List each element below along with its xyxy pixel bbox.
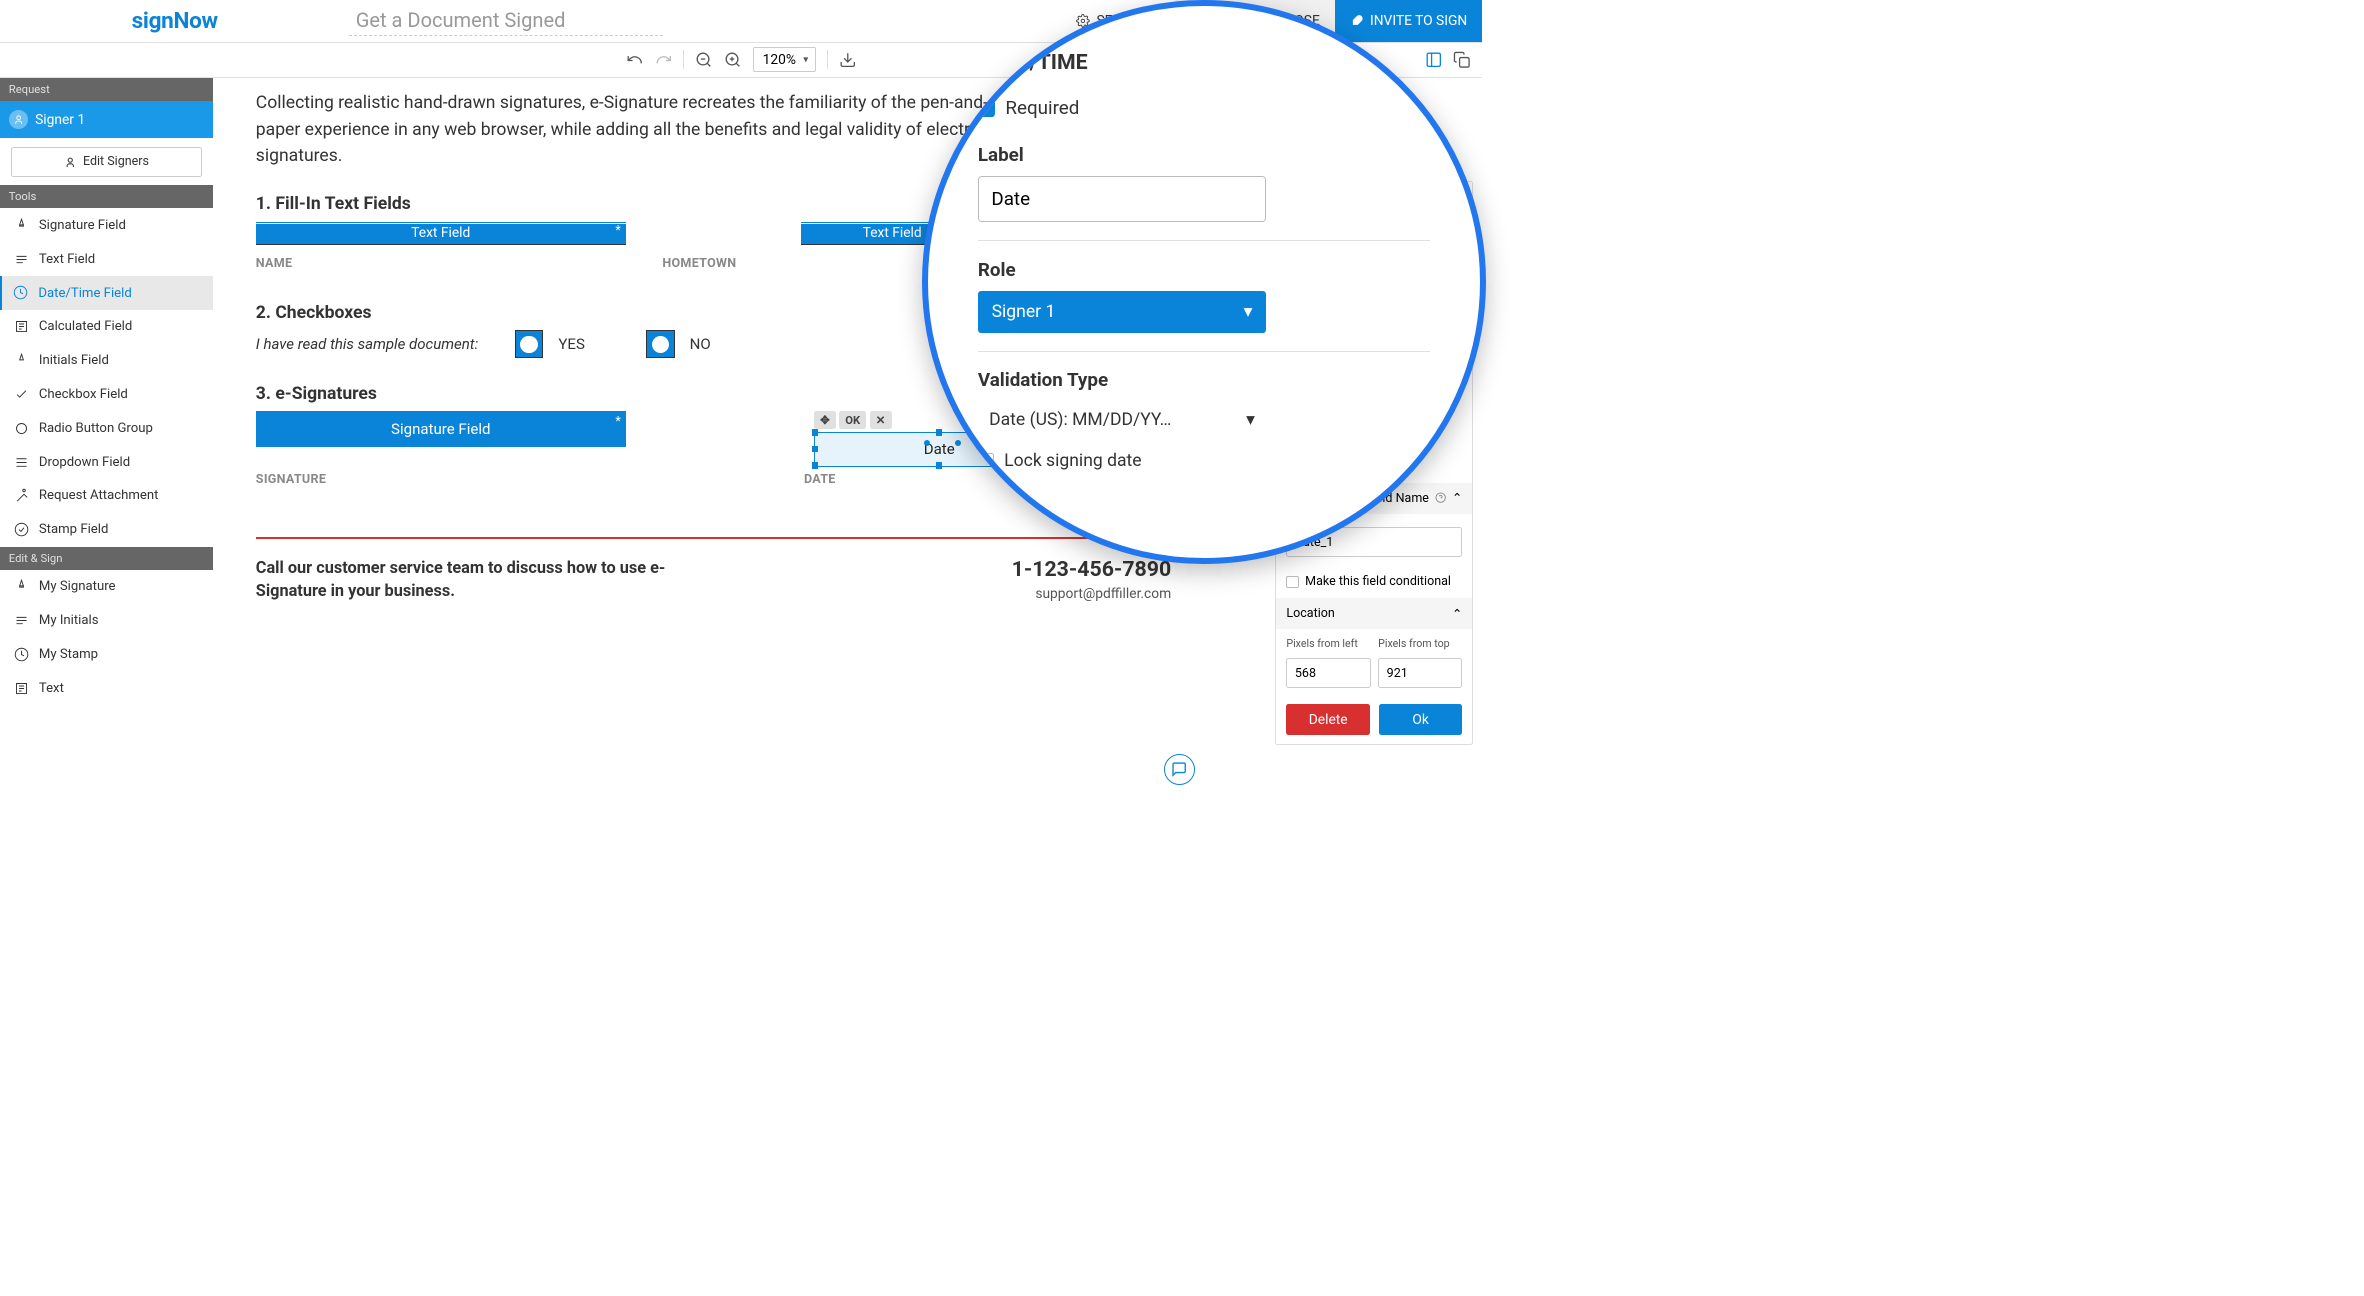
tool-radio-button-group[interactable]: Radio Button Group bbox=[0, 411, 213, 445]
chevron-up-icon: ⌃ bbox=[1452, 490, 1463, 506]
yes-label: YES bbox=[558, 335, 585, 353]
ok-field-button[interactable]: OK bbox=[839, 411, 866, 429]
edit-sign-header: Edit & Sign bbox=[0, 547, 213, 570]
signer-label: Signer 1 bbox=[35, 112, 85, 128]
tool-dropdown-field[interactable]: Dropdown Field bbox=[0, 445, 213, 479]
invite-label: INVITE TO SIGN bbox=[1370, 13, 1467, 29]
no-label: NO bbox=[690, 335, 711, 353]
zoom-in-icon[interactable] bbox=[724, 51, 742, 69]
chat-bubble-icon[interactable] bbox=[1164, 754, 1195, 785]
px-left-label: Pixels from left bbox=[1286, 637, 1370, 650]
tool-checkbox-field[interactable]: Checkbox Field bbox=[0, 378, 213, 412]
ok-button[interactable]: Ok bbox=[1379, 704, 1463, 735]
lock-label: Lock signing date bbox=[1004, 451, 1141, 471]
document-title-input[interactable]: Get a Document Signed bbox=[349, 5, 663, 36]
location-header[interactable]: Location ⌃ bbox=[1276, 598, 1472, 629]
validation-heading: Validation Type bbox=[978, 369, 1430, 391]
role-value: Signer 1 bbox=[992, 302, 1056, 322]
lock-signing-row[interactable]: Lock signing date bbox=[978, 451, 1430, 471]
date-label: DATE bbox=[804, 472, 836, 487]
hometown-label: HOMETOWN bbox=[662, 256, 736, 271]
date-field-label: Date bbox=[924, 440, 955, 458]
footer-contact: 1-123-456-7890 support@pdffiller.com bbox=[1012, 557, 1172, 602]
download-icon[interactable] bbox=[839, 51, 857, 69]
editsign-my-signature[interactable]: My Signature bbox=[0, 570, 213, 604]
footer-text: Call our customer service team to discus… bbox=[256, 557, 670, 603]
signer-avatar-icon bbox=[9, 110, 28, 129]
tool-stamp-field[interactable]: Stamp Field bbox=[0, 513, 213, 547]
signature-label: SIGNATURE bbox=[256, 472, 326, 487]
label-heading: Label bbox=[978, 144, 1430, 166]
required-row[interactable]: Required bbox=[978, 97, 1430, 119]
sidebar: Request Signer 1 Edit Signers Tools Sign… bbox=[0, 78, 213, 813]
support-email: support@pdffiller.com bbox=[1012, 586, 1172, 602]
close-field-button[interactable]: ✕ bbox=[870, 411, 892, 429]
tools-header: Tools bbox=[0, 185, 213, 208]
conditional-label: Make this field conditional bbox=[1305, 574, 1451, 589]
chevron-down-icon: ▾ bbox=[1246, 410, 1255, 430]
zoom-out-icon[interactable] bbox=[695, 51, 713, 69]
location-inputs: Pixels from left Pixels from top bbox=[1276, 629, 1472, 695]
zoom-value: 120% bbox=[753, 47, 816, 73]
signature-field[interactable]: Signature Field bbox=[256, 411, 626, 447]
layout-icon[interactable] bbox=[1425, 51, 1443, 69]
tool-request-attachment[interactable]: Request Attachment bbox=[0, 479, 213, 513]
chevron-down-icon: ▾ bbox=[1244, 302, 1253, 322]
panel-buttons: Delete Ok bbox=[1276, 696, 1472, 745]
signer-row[interactable]: Signer 1 bbox=[0, 101, 213, 139]
invite-to-sign-button[interactable]: INVITE TO SIGN bbox=[1335, 0, 1482, 42]
px-top-label: Pixels from top bbox=[1378, 637, 1462, 650]
px-top-input[interactable] bbox=[1378, 658, 1462, 688]
role-heading: Role bbox=[978, 259, 1430, 281]
edit-signers-button[interactable]: Edit Signers bbox=[11, 147, 202, 177]
tool-initials-field[interactable]: Initials Field bbox=[0, 344, 213, 378]
tool-calculated-field[interactable]: Calculated Field bbox=[0, 310, 213, 344]
label-input[interactable] bbox=[978, 176, 1266, 223]
checkbox-prompt: I have read this sample document: bbox=[256, 335, 478, 353]
redo-icon[interactable] bbox=[655, 51, 673, 69]
zoom-select-wrap[interactable]: 120% bbox=[753, 52, 816, 68]
separator bbox=[683, 50, 684, 69]
logo: signNow bbox=[132, 7, 218, 34]
name-label: NAME bbox=[256, 256, 293, 271]
tool-text-field[interactable]: Text Field bbox=[0, 242, 213, 276]
separator bbox=[827, 50, 828, 69]
delete-button[interactable]: Delete bbox=[1286, 704, 1370, 735]
editsign-text[interactable]: Text bbox=[0, 671, 213, 705]
name-text-field[interactable]: Text Field bbox=[256, 222, 626, 245]
edit-signers-label: Edit Signers bbox=[83, 154, 149, 169]
tool-date-time-field[interactable]: Date/Time Field bbox=[0, 276, 213, 310]
move-handle-icon[interactable]: ✥ bbox=[814, 411, 836, 429]
role-select[interactable]: Signer 1 ▾ bbox=[978, 291, 1266, 334]
validation-select[interactable]: Date (US): MM/DD/YY… ▾ bbox=[978, 401, 1266, 439]
conditional-row[interactable]: Make this field conditional bbox=[1276, 566, 1472, 599]
conditional-checkbox[interactable] bbox=[1286, 576, 1299, 589]
toolbar-right bbox=[1425, 51, 1471, 69]
phone-number: 1-123-456-7890 bbox=[1012, 557, 1172, 582]
required-label: Required bbox=[1005, 97, 1079, 119]
location-label: Location bbox=[1286, 606, 1334, 621]
copy-icon[interactable] bbox=[1453, 51, 1471, 69]
footer-row: Call our customer service team to discus… bbox=[256, 557, 1171, 603]
intro-text: Collecting realistic hand-drawn signatur… bbox=[256, 90, 1021, 169]
validation-value: Date (US): MM/DD/YY… bbox=[989, 410, 1171, 430]
magnifier-loupe: DATE/TIME Required Label Role Signer 1 ▾… bbox=[922, 0, 1486, 564]
chevron-up-icon: ⌃ bbox=[1452, 606, 1463, 622]
undo-icon[interactable] bbox=[626, 51, 644, 69]
tool-signature-field[interactable]: Signature Field bbox=[0, 208, 213, 242]
editsign-my-initials[interactable]: My Initials bbox=[0, 604, 213, 638]
px-left-input[interactable] bbox=[1286, 658, 1370, 688]
loupe-title: DATE/TIME bbox=[978, 50, 1430, 75]
editsign-my-stamp[interactable]: My Stamp bbox=[0, 637, 213, 671]
request-header: Request bbox=[0, 78, 213, 101]
no-checkbox[interactable] bbox=[646, 330, 674, 358]
yes-checkbox[interactable] bbox=[515, 330, 543, 358]
help-icon[interactable] bbox=[1435, 492, 1446, 503]
